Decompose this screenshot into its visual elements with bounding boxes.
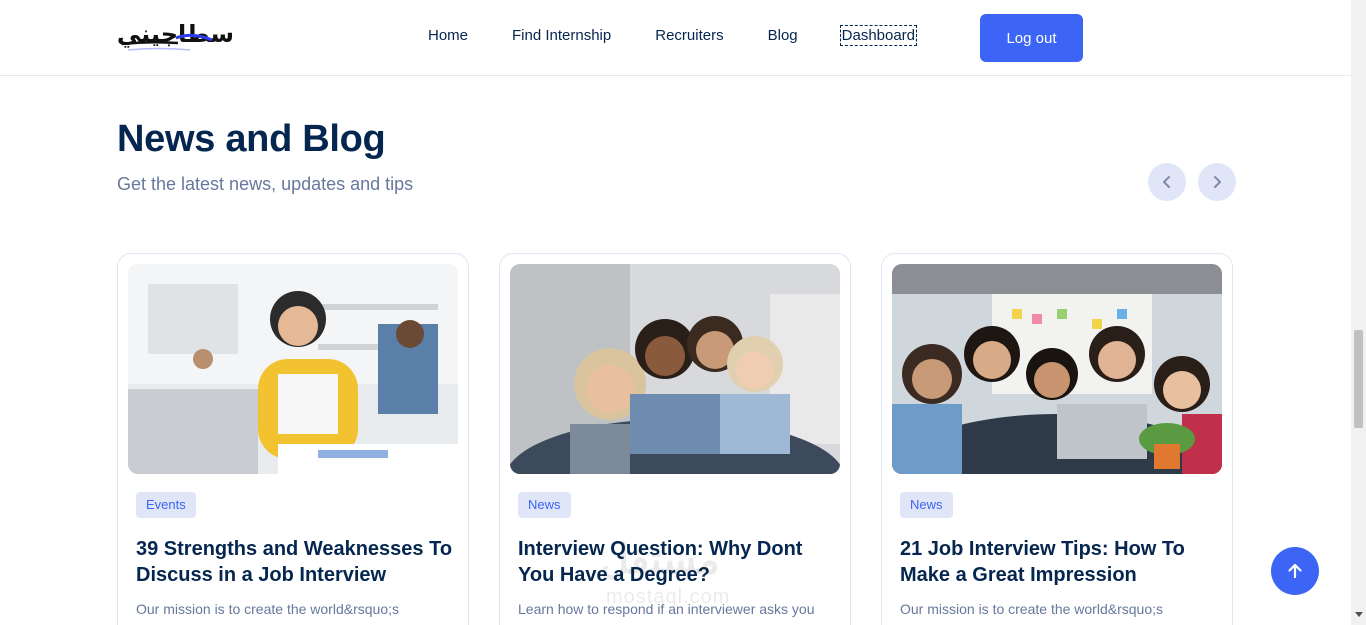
chevron-left-icon xyxy=(1163,176,1170,188)
nav-blog[interactable]: Blog xyxy=(768,27,798,44)
blog-card-image[interactable] xyxy=(892,264,1222,474)
scroll-down-arrow-icon[interactable] xyxy=(1355,612,1363,617)
watermark-text: مستقل xyxy=(600,538,720,582)
nav-dashboard[interactable]: Dashboard xyxy=(839,24,918,46)
page: سطاجيني Home Find Internship Recruiters … xyxy=(0,0,1366,625)
nav-recruiters[interactable]: Recruiters xyxy=(655,27,723,44)
nav-home[interactable]: Home xyxy=(428,27,468,44)
watermark-url: mostaql.com xyxy=(606,586,731,608)
blog-card-image[interactable] xyxy=(510,264,840,474)
site-logo[interactable]: سطاجيني xyxy=(118,14,238,58)
nav-find-internship[interactable]: Find Internship xyxy=(512,27,611,44)
main-nav: Home Find Internship Recruiters Blog Das… xyxy=(406,0,937,70)
logout-button[interactable]: Log out xyxy=(980,14,1083,62)
section-title: News and Blog xyxy=(117,118,386,160)
blog-card-description: Our mission is to create the world&rsquo… xyxy=(136,601,399,617)
category-tag[interactable]: Events xyxy=(136,492,196,518)
scroll-to-top-button[interactable] xyxy=(1271,547,1319,595)
carousel-next-button[interactable] xyxy=(1198,163,1236,201)
chevron-right-icon xyxy=(1214,176,1221,188)
carousel-prev-button[interactable] xyxy=(1148,163,1186,201)
blog-card-image[interactable] xyxy=(128,264,458,474)
blog-card[interactable]: News 21 Job Interview Tips: How To Make … xyxy=(881,253,1233,625)
scrollbar-thumb[interactable] xyxy=(1354,330,1363,428)
category-tag[interactable]: News xyxy=(900,492,953,518)
category-tag[interactable]: News xyxy=(518,492,571,518)
blog-card-title[interactable]: 39 Strengths and Weaknesses To Discuss i… xyxy=(136,536,456,588)
section-subtitle: Get the latest news, updates and tips xyxy=(117,174,414,194)
arrow-up-icon xyxy=(1288,563,1302,579)
blog-card[interactable]: Events 39 Strengths and Weaknesses To Di… xyxy=(117,253,469,625)
blog-card-title[interactable]: 21 Job Interview Tips: How To Make a Gre… xyxy=(900,536,1220,588)
blog-card-description: Our mission is to create the world&rsquo… xyxy=(900,601,1163,617)
site-header: سطاجيني Home Find Internship Recruiters … xyxy=(0,0,1351,76)
page-scrollbar[interactable] xyxy=(1351,0,1366,625)
